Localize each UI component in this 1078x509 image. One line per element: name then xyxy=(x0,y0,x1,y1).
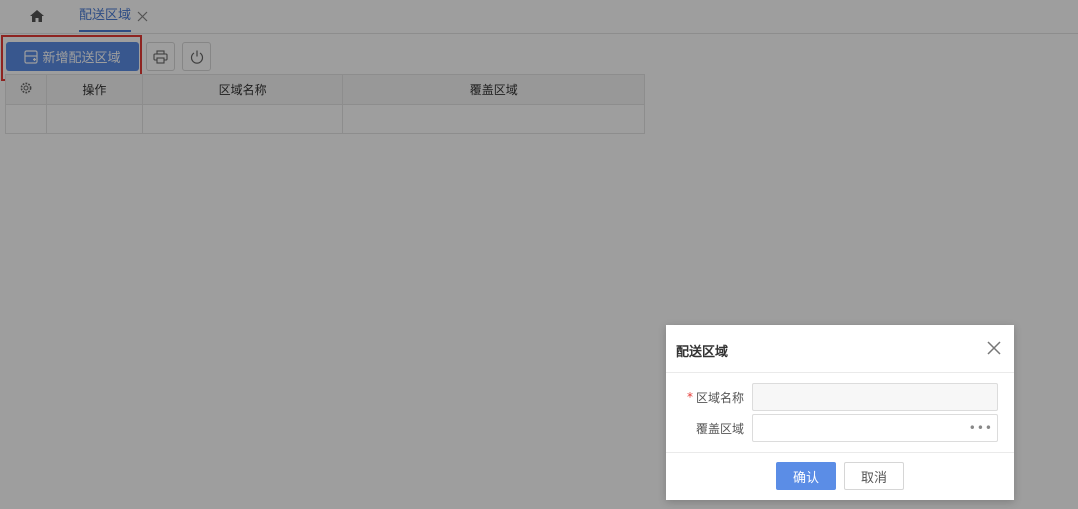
area-name-label: * 区域名称 xyxy=(666,383,744,411)
coverage-picker-input[interactable]: ••• xyxy=(752,414,998,442)
dialog-footer: 确认 取消 xyxy=(666,452,1014,500)
delivery-area-dialog: 配送区域 * 区域名称 覆盖区域 ••• 确认 取消 xyxy=(666,325,1014,500)
confirm-button[interactable]: 确认 xyxy=(776,462,836,490)
form-row-coverage: 覆盖区域 ••• xyxy=(666,414,1014,442)
cancel-button[interactable]: 取消 xyxy=(844,462,904,490)
required-mark: * xyxy=(686,390,693,404)
app-window: 配送区域 新增配送区域 操作 区域名称 覆盖区域 配送区域 * 区域名称 覆盖区… xyxy=(0,0,1078,509)
coverage-label: 覆盖区域 xyxy=(666,414,744,442)
coverage-label-text: 覆盖区域 xyxy=(695,421,744,436)
dialog-header: 配送区域 xyxy=(666,325,1014,373)
area-name-input[interactable] xyxy=(752,383,998,411)
area-name-label-text: 区域名称 xyxy=(695,390,744,405)
dialog-close-icon[interactable] xyxy=(985,339,1003,357)
more-icon[interactable]: ••• xyxy=(969,415,993,441)
dialog-title: 配送区域 xyxy=(676,345,729,360)
form-row-area-name: * 区域名称 xyxy=(666,383,1014,411)
